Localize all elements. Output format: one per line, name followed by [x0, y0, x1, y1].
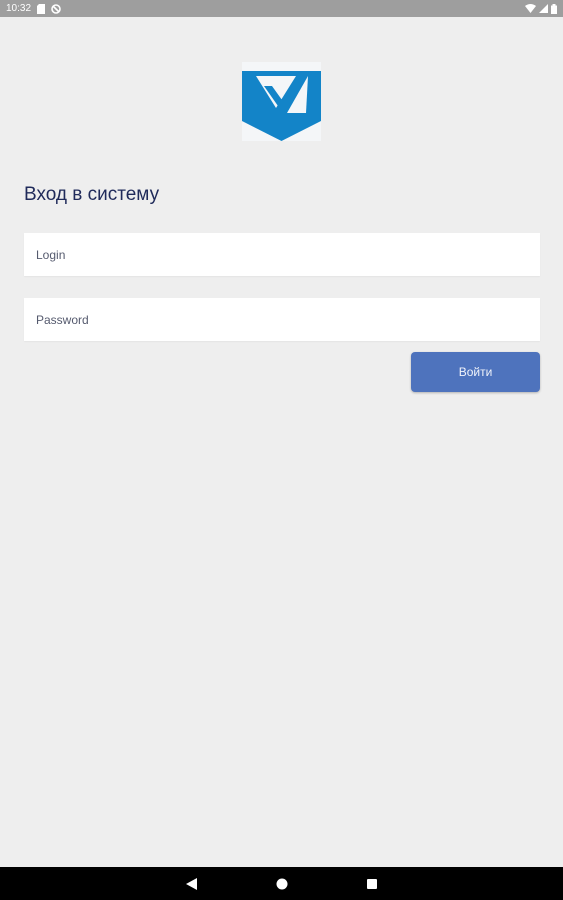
- page-title: Вход в систему: [24, 184, 160, 205]
- status-bar: 10:32: [0, 0, 563, 17]
- battery-icon: [551, 3, 557, 14]
- status-time: 10:32: [6, 3, 32, 14]
- home-icon[interactable]: [262, 867, 302, 900]
- status-bar-left: 10:32: [6, 0, 61, 17]
- wifi-icon: [525, 4, 536, 13]
- password-input[interactable]: [24, 298, 540, 341]
- no-sync-icon: [51, 3, 61, 14]
- login-input[interactable]: [24, 233, 540, 276]
- signal-icon: [539, 4, 548, 13]
- brand-logo-icon: [242, 62, 321, 141]
- back-icon[interactable]: [171, 867, 211, 900]
- status-bar-right: [525, 0, 557, 17]
- recents-icon[interactable]: [352, 867, 392, 900]
- sd-card-icon: [37, 3, 46, 14]
- login-button[interactable]: Войти: [411, 352, 540, 392]
- navigation-bar: [0, 867, 563, 900]
